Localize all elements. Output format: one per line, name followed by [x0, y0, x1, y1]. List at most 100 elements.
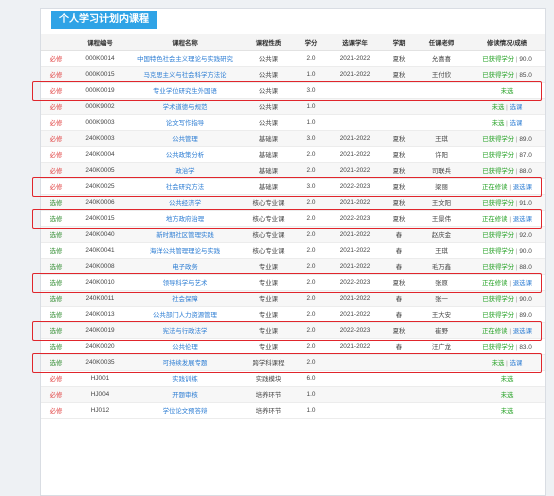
cell-status: 已获得学分 | 87.0 [469, 146, 545, 163]
cell-credit: 2.0 [296, 210, 326, 227]
cell-course-nature: 专业课 [241, 258, 296, 275]
cell-year: 2021-2022 [326, 258, 384, 275]
cell-course-nature: 公共课 [241, 114, 296, 131]
drop-course-link[interactable]: 退选课 [513, 328, 532, 335]
cell-course-type: 选修 [41, 338, 71, 355]
col-header-nature: 课程性质 [241, 34, 296, 51]
cell-course-name[interactable]: 马克思主义与社会科学方法论 [129, 66, 241, 83]
cell-course-name[interactable]: 公共管理 [129, 130, 241, 147]
cell-teacher: 司联兵 [414, 162, 469, 179]
cell-credit: 2.0 [296, 258, 326, 275]
cell-course-name[interactable]: 电子政务 [129, 258, 241, 275]
cell-course-name[interactable]: 专业学位研究生外国语 [129, 82, 241, 99]
cell-term [384, 82, 414, 99]
drop-course-link[interactable]: 退选课 [513, 280, 532, 287]
cell-year [326, 114, 384, 131]
cell-year: 2021-2022 [326, 242, 384, 259]
status-text: 已获得学分 [482, 248, 515, 255]
cell-course-nature: 专业课 [241, 290, 296, 307]
select-course-link[interactable]: 选课 [510, 360, 523, 367]
cell-course-name[interactable]: 论文写作指导 [129, 114, 241, 131]
cell-credit: 2.0 [296, 50, 326, 67]
title-bar: 个人学习计划内课程 [41, 9, 545, 31]
cell-course-name[interactable]: 可持续发展专题 [129, 354, 241, 371]
cell-term: 春 [384, 290, 414, 307]
cell-credit: 2.0 [296, 354, 326, 371]
cell-course-name[interactable]: 领导科学与艺术 [129, 274, 241, 291]
score-text: 87.0 [519, 152, 532, 159]
cell-credit: 2.0 [296, 162, 326, 179]
cell-course-nature: 培养环节 [241, 402, 296, 419]
score-text: 89.0 [519, 136, 532, 143]
cell-course-code: 000K9002 [71, 98, 129, 115]
cell-teacher [414, 82, 469, 99]
cell-course-name[interactable]: 宪法与行政法学 [129, 322, 241, 339]
table-row: 选修 240K0041 海洋公共管理理论与实践 核心专业课 2.0 2021-2022 春王… [41, 242, 545, 259]
cell-course-code: 240K0035 [71, 354, 129, 371]
cell-status: 已获得学分 | 85.0 [469, 66, 545, 83]
cell-course-name[interactable]: 公共部门人力资源管理 [129, 306, 241, 323]
cell-course-type: 必修 [41, 114, 71, 131]
cell-course-code: 240K0004 [71, 146, 129, 163]
cell-course-name[interactable]: 开题审核 [129, 386, 241, 403]
table-row: 必修 000K0015 马克思主义与社会科学方法论 公共课 1.0 2021-2022 夏秋… [41, 66, 545, 83]
cell-year [326, 82, 384, 99]
table-row: 选修 240K0006 公共经济学 核心专业课 2.0 2021-2022 夏秋 王文阳 已获得… [41, 194, 545, 211]
status-text: 未选 [500, 392, 514, 399]
cell-term: 夏秋 [384, 274, 414, 291]
cell-course-nature: 基础课 [241, 178, 296, 195]
cell-course-name[interactable]: 新时期社区管理实践 [129, 226, 241, 243]
status-text: 已获得学分 [482, 72, 515, 79]
cell-year: 2022-2023 [326, 178, 384, 195]
cell-status: 已获得学分 | 91.0 [469, 194, 545, 211]
cell-course-name[interactable]: 学术道德与规范 [129, 98, 241, 115]
cell-credit: 1.0 [296, 386, 326, 403]
cell-course-name[interactable]: 海洋公共管理理论与实践 [129, 242, 241, 259]
cell-term [384, 370, 414, 387]
cell-course-code: 240K0008 [71, 258, 129, 275]
cell-course-name[interactable]: 社会保障 [129, 290, 241, 307]
col-header-year: 选课学年 [326, 34, 384, 51]
col-header-term: 学期 [384, 34, 414, 51]
cell-course-code: 240K0013 [71, 306, 129, 323]
cell-term: 夏秋 [384, 50, 414, 67]
table-row: 必修 000K0019 专业学位研究生外国语 公共课 3.0 未选 [41, 82, 545, 99]
drop-course-link[interactable]: 退选课 [513, 184, 532, 191]
table-row: 选修 240K0010 领导科学与艺术 专业课 2.0 2022-2023 夏秋 张原 正在修读… [41, 274, 545, 291]
col-header-type [41, 34, 71, 51]
cell-course-name[interactable]: 公共政策分析 [129, 146, 241, 163]
cell-credit: 3.0 [296, 82, 326, 99]
table-row: 必修 240K0005 政治学 基础课 2.0 2021-2022 夏秋 司联兵 已获得学分 |… [41, 162, 545, 179]
cell-course-nature: 基础课 [241, 162, 296, 179]
cell-course-name[interactable]: 实践训练 [129, 370, 241, 387]
cell-course-name[interactable]: 政治学 [129, 162, 241, 179]
score-text: 92.0 [519, 232, 532, 239]
table-row: 选修 240K0011 社会保障 专业课 2.0 2021-2022 春张一 已获得学分 | … [41, 290, 545, 307]
select-course-link[interactable]: 选课 [510, 120, 523, 127]
cell-year: 2021-2022 [326, 130, 384, 147]
table-row: 选修 240K0019 宪法与行政法学 专业课 2.0 2022-2023 夏秋 崔野 正在修读… [41, 322, 545, 339]
cell-course-name[interactable]: 公共经济学 [129, 194, 241, 211]
cell-course-name[interactable]: 公共伦理 [129, 338, 241, 355]
cell-course-name[interactable]: 学位论文预答辩 [129, 402, 241, 419]
select-course-link[interactable]: 选课 [510, 104, 523, 111]
cell-course-name[interactable]: 社会研究方法 [129, 178, 241, 195]
drop-course-link[interactable]: 退选课 [513, 216, 532, 223]
cell-status: 已获得学分 | 92.0 [469, 226, 545, 243]
cell-course-name[interactable]: 中国特色社会主义理论与实践研究 [129, 50, 241, 67]
cell-course-name[interactable]: 地方政府治理 [129, 210, 241, 227]
cell-course-code: 240K0005 [71, 162, 129, 179]
status-text: 未选 [500, 88, 514, 95]
cell-teacher [414, 114, 469, 131]
cell-year [326, 354, 384, 371]
cell-teacher [414, 402, 469, 419]
cell-course-nature: 公共课 [241, 82, 296, 99]
cell-course-code: 240K0019 [71, 322, 129, 339]
score-text: 90.0 [519, 248, 532, 255]
cell-year: 2021-2022 [326, 50, 384, 67]
col-header-credit: 学分 [296, 34, 326, 51]
table-row: 必修 000K0014 中国特色社会主义理论与实践研究 公共课 2.0 2021-2022… [41, 50, 545, 67]
cell-course-nature: 核心专业课 [241, 210, 296, 227]
cell-course-nature: 基础课 [241, 146, 296, 163]
cell-term: 春 [384, 306, 414, 323]
